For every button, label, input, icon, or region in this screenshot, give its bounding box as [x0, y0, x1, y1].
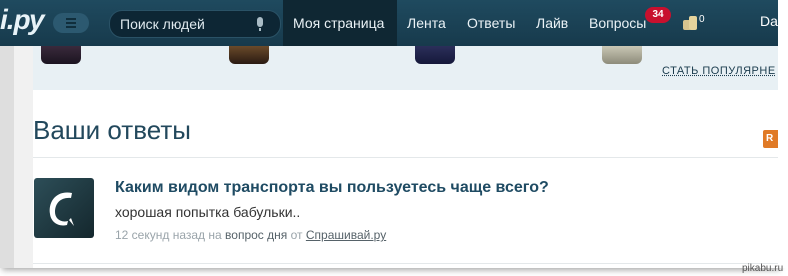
top-navigation-bar: і.ру Поиск людей Моя страница Лента Отве… [0, 0, 778, 46]
user-name[interactable]: Da [760, 13, 778, 29]
page-title: Ваши ответы [33, 115, 191, 145]
answer-text: хорошая попытка бабульки.. [115, 204, 301, 220]
left-background-rail [0, 46, 14, 268]
popular-users-strip: СТАТЬ ПОПУЛЯРНЕ [33, 46, 778, 91]
rss-icon[interactable]: R [763, 130, 778, 148]
watermark-text: pikabu.ru [742, 263, 784, 274]
divider [33, 157, 778, 158]
menu-button[interactable] [53, 13, 89, 33]
source-link[interactable]: Спрашивай.ру [306, 228, 386, 242]
questions-count-badge: 34 [645, 7, 671, 23]
user-avatar-thumb[interactable] [41, 46, 81, 64]
microphone-icon[interactable] [257, 17, 263, 31]
coins-icon[interactable] [683, 16, 697, 30]
user-avatar-thumb[interactable] [415, 46, 455, 64]
nav-answers[interactable]: Ответы [467, 0, 515, 46]
nav-questions[interactable]: Вопросы [589, 0, 646, 46]
become-popular-link[interactable]: СТАТЬ ПОПУЛЯРНЕ [662, 65, 776, 77]
nav-feed[interactable]: Лента [407, 0, 446, 46]
page-margin [778, 0, 788, 268]
user-avatar-thumb[interactable] [602, 46, 642, 64]
nav-live[interactable]: Лайв [536, 0, 568, 46]
source-type[interactable]: вопрос дня [225, 228, 287, 242]
question-app-icon[interactable] [34, 178, 94, 238]
search-placeholder: Поиск людей [120, 16, 205, 32]
site-logo[interactable]: і.ру [0, 4, 45, 36]
browser-screenshot: і.ру Поиск людей Моя страница Лента Отве… [0, 0, 778, 268]
nav-my-page[interactable]: Моя страница [283, 0, 397, 46]
answer-meta: 12 секунд назад на вопрос дня от Спрашив… [115, 228, 387, 242]
search-people-input[interactable]: Поиск людей [109, 10, 281, 38]
coins-count: 0 [699, 14, 705, 25]
main-content: Ваши ответы R Каким видом транспорта вы … [33, 90, 778, 268]
speech-c-icon [49, 192, 74, 226]
user-avatar-thumb[interactable] [229, 46, 269, 64]
question-link[interactable]: Каким видом транспорта вы пользуетесь ча… [115, 179, 549, 197]
answer-time: 12 секунд назад [115, 228, 206, 242]
hamburger-icon [66, 18, 76, 20]
divider [33, 263, 778, 264]
